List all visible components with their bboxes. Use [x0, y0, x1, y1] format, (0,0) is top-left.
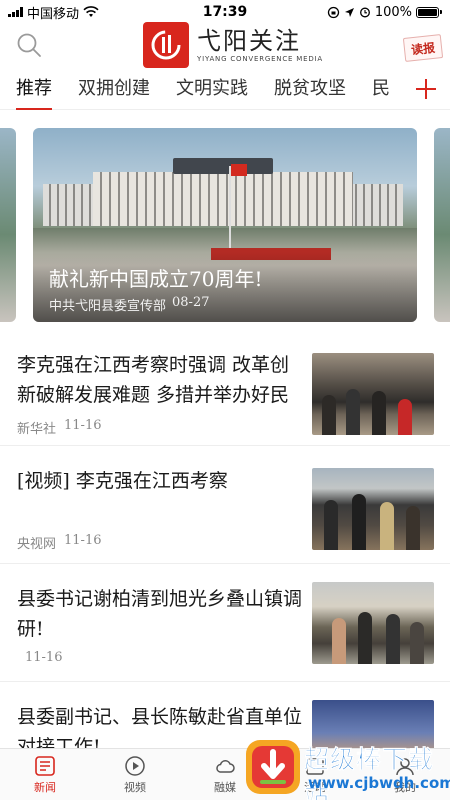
watermark-url: www.cjbwdh.com	[308, 774, 450, 792]
carousel-prev-slide[interactable]	[0, 128, 16, 322]
logo-text: 弋阳关注 YIYANG CONVERGENCE MEDIA	[197, 27, 323, 63]
nav-news-label: 新闻	[34, 780, 56, 794]
alarm-icon	[359, 7, 370, 18]
flag-icon	[231, 164, 247, 176]
channel-tabs: 推荐 双拥创建 文明实践 脱贫攻坚 民	[0, 72, 450, 110]
orientation-lock-icon	[327, 6, 339, 18]
status-left: 中国移动	[8, 3, 99, 22]
news-meta: 央视网 11-16	[17, 533, 102, 552]
tab-double-support[interactable]: 双拥创建	[78, 72, 150, 110]
battery-percent: 100%	[374, 4, 412, 20]
slide-meta: 中共弋阳县委宣传部 08-27	[49, 295, 210, 314]
slide-title: 献礼新中国成立70周年!	[49, 267, 263, 291]
wifi-icon	[83, 6, 99, 17]
news-source: 央视网	[17, 537, 57, 552]
slide-source: 中共弋阳县委宣传部	[49, 299, 167, 314]
news-title: 李克强在江西考察时强调 改革创新破解发展难题 多措并举办好民	[17, 354, 290, 406]
nav-news[interactable]: 新闻	[0, 749, 90, 800]
news-item[interactable]: [视频] 李克强在江西考察 央视网 11-16	[0, 454, 450, 564]
news-thumbnail	[312, 353, 434, 435]
location-icon	[344, 7, 354, 17]
flagpole	[229, 166, 231, 256]
read-newspaper-button[interactable]: 读报	[402, 34, 444, 62]
tab-poverty-alleviation[interactable]: 脱贫攻坚	[274, 72, 346, 110]
add-channel-icon[interactable]	[414, 77, 438, 101]
news-item[interactable]: 县委书记谢柏清到旭光乡叠山镇调研! 11-16	[0, 572, 450, 682]
news-date: 11-16	[64, 418, 102, 433]
news-icon	[35, 755, 55, 776]
logo-title: 弋阳关注	[197, 27, 301, 55]
slide-image-building	[43, 158, 403, 226]
banner-carousel[interactable]: 献礼新中国成立70周年! 中共弋阳县委宣传部 08-27	[0, 128, 450, 324]
search-icon[interactable]	[16, 32, 42, 58]
news-title: 县委书记谢柏清到旭光乡叠山镇调研!	[17, 588, 303, 640]
app-logo: 弋阳关注 YIYANG CONVERGENCE MEDIA	[143, 22, 323, 68]
play-icon	[125, 755, 145, 776]
battery-icon	[416, 6, 442, 18]
tab-civilization-practice[interactable]: 文明实践	[176, 72, 248, 110]
news-title: [视频] 李克强在江西考察	[17, 470, 228, 492]
signal-icon	[8, 7, 23, 17]
site-watermark: 超级棒下载站 www.cjbwdh.com	[244, 734, 450, 800]
news-date: 11-16	[64, 533, 102, 548]
news-thumbnail	[312, 468, 434, 550]
logo-mark-icon	[143, 22, 189, 68]
nav-video[interactable]: 视频	[90, 749, 180, 800]
tab-partial-next[interactable]: 民	[372, 72, 390, 110]
status-bar: 中国移动 17:39 100%	[0, 0, 450, 24]
nav-video-label: 视频	[124, 780, 146, 794]
news-date: 11-16	[25, 650, 63, 665]
app-header: 弋阳关注 YIYANG CONVERGENCE MEDIA 读报	[0, 22, 450, 70]
carousel-slide[interactable]: 献礼新中国成立70周年! 中共弋阳县委宣传部 08-27	[33, 128, 417, 322]
watermark-logo-icon	[246, 740, 300, 794]
nav-media-label: 融媒	[214, 780, 236, 794]
tab-recommend[interactable]: 推荐	[16, 72, 52, 110]
status-right: 100%	[327, 5, 442, 20]
carousel-next-slide[interactable]	[434, 128, 450, 322]
news-item[interactable]: 李克强在江西考察时强调 改革创新破解发展难题 多措并举办好民 新华社 11-16	[0, 338, 450, 446]
news-thumbnail	[312, 582, 434, 664]
news-meta: 新华社 11-16	[17, 418, 102, 437]
news-source: 新华社	[17, 422, 57, 437]
carrier-label: 中国移动	[27, 6, 80, 22]
tab-list: 推荐 双拥创建 文明实践 脱贫攻坚 民	[16, 72, 408, 110]
slide-date: 08-27	[172, 295, 210, 310]
news-meta: 11-16	[17, 650, 62, 665]
logo-subtitle: YIYANG CONVERGENCE MEDIA	[197, 55, 323, 63]
cloud-icon	[216, 759, 235, 773]
